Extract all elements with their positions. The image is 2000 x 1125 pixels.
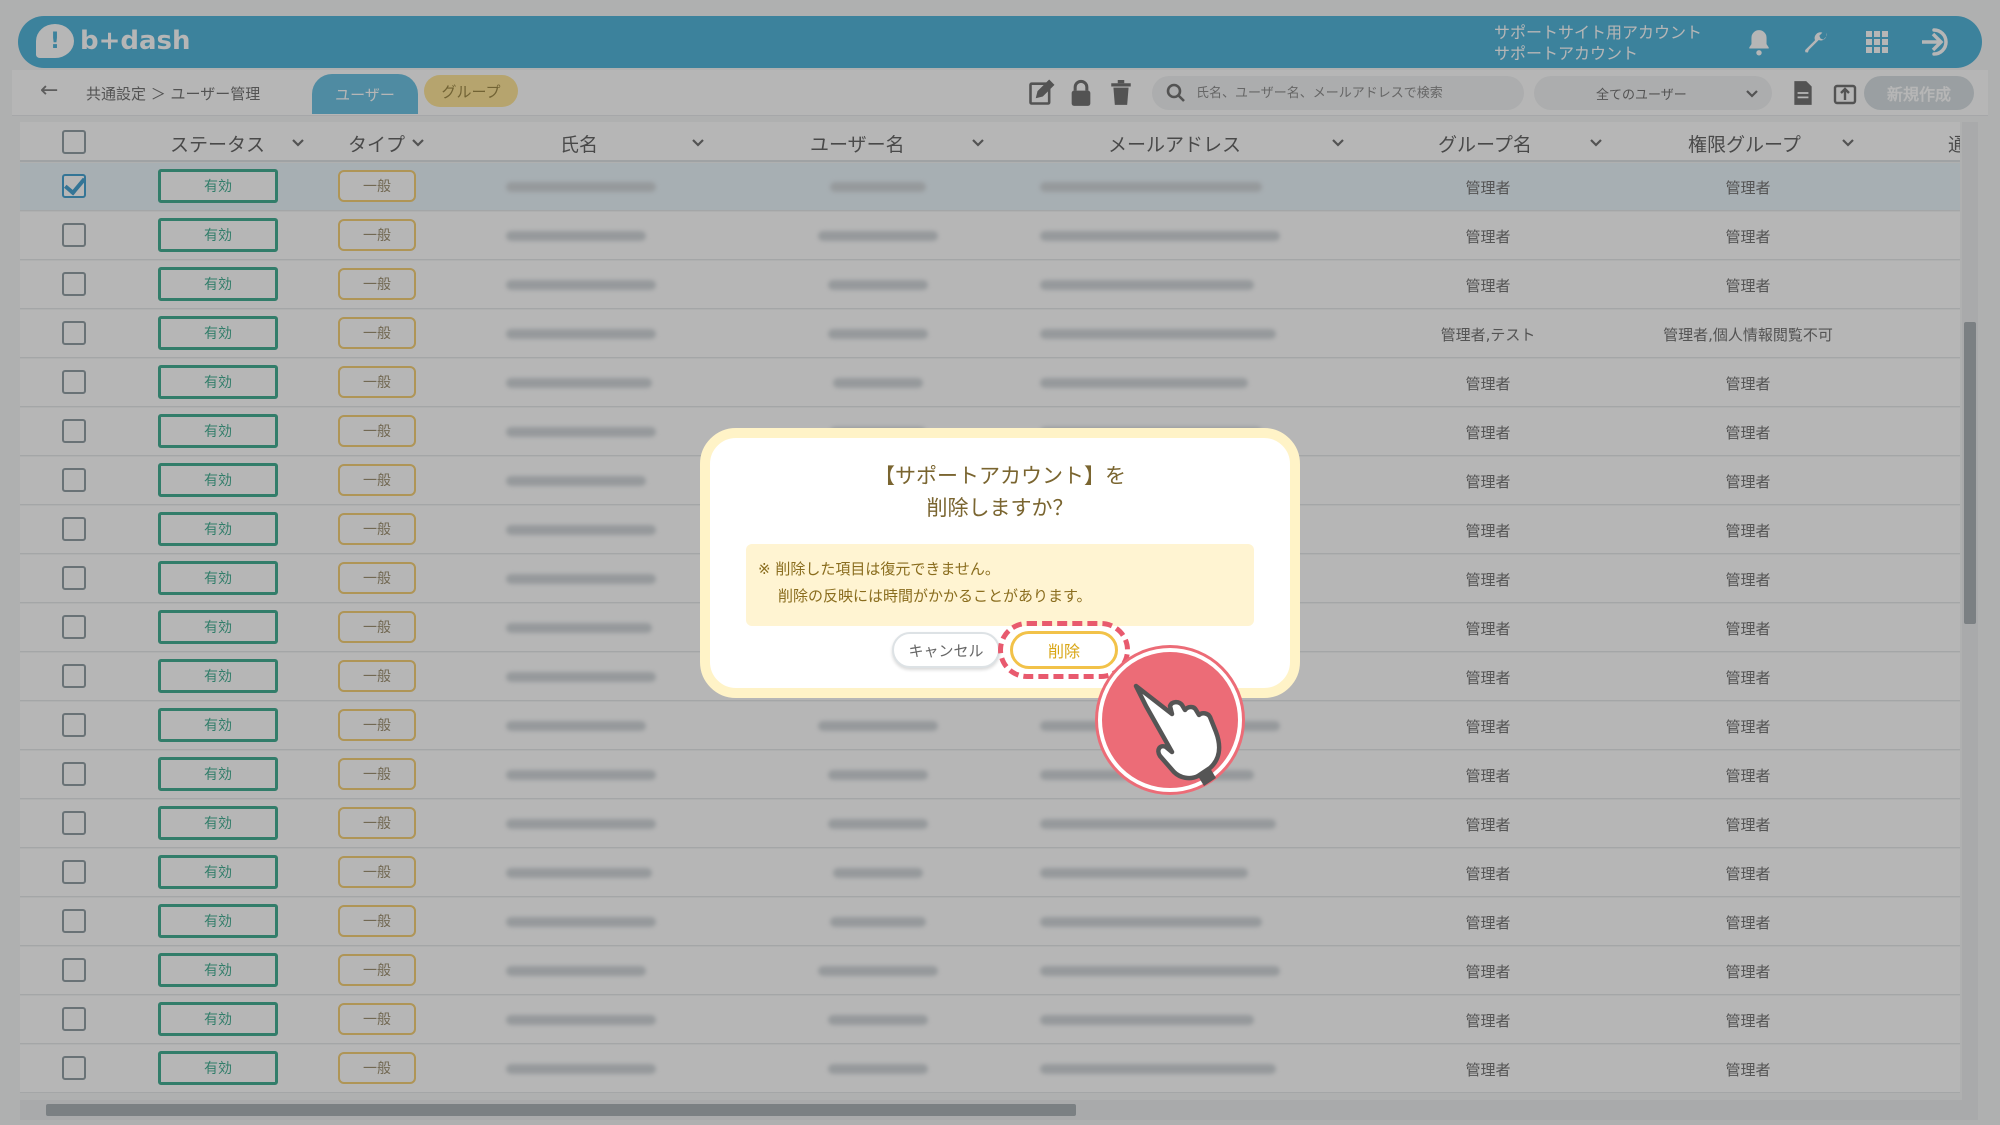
- dialog-title-line2: 削除しますか？: [926, 496, 1074, 520]
- dialog-warning-line2: 削除の反映には時間がかかることがあります。: [778, 587, 1092, 605]
- dialog-warning-line1: ※ 削除した項目は復元できません。: [758, 560, 1000, 578]
- pointing-hand-icon: [1098, 648, 1242, 792]
- dialog-title: 【サポートアカウント】を 削除しますか？: [710, 460, 1290, 524]
- dialog-title-line1: 【サポートアカウント】を: [874, 464, 1126, 488]
- cancel-button[interactable]: キャンセル: [892, 632, 1000, 668]
- dialog-warning: ※ 削除した項目は復元できません。 削除の反映には時間がかかることがあります。: [746, 544, 1254, 626]
